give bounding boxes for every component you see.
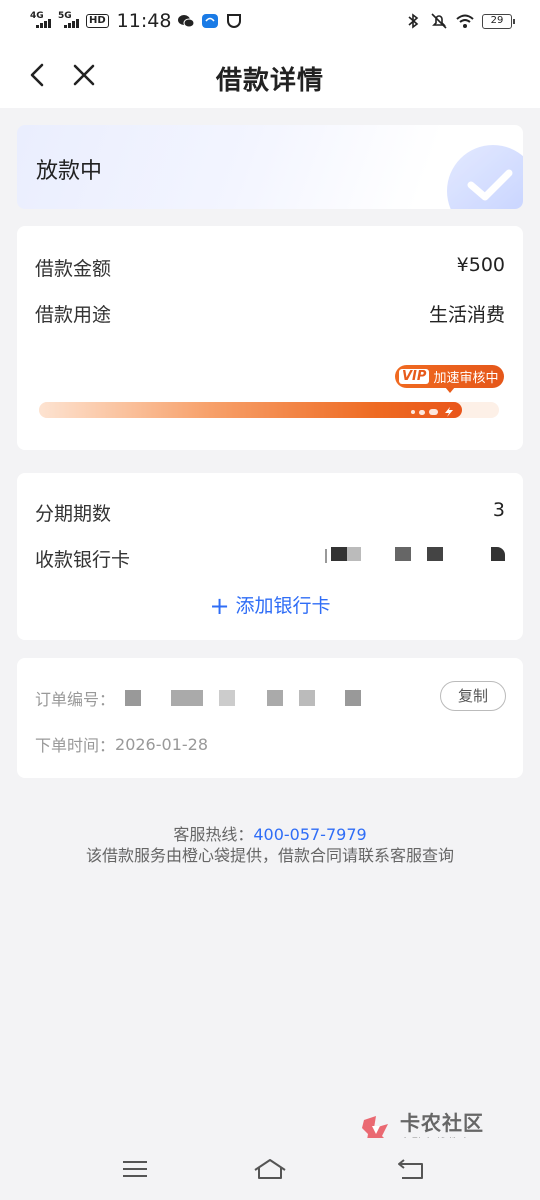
home-icon[interactable] (252, 1154, 288, 1184)
status-left: 4G 5G HD 11:48 (30, 10, 243, 32)
amount-row: 借款金额 ¥500 (35, 254, 505, 281)
page-title: 借款详情 (215, 66, 324, 96)
periods-row: 分期期数 3 (35, 499, 505, 526)
system-nav-bar (0, 1138, 540, 1200)
customer-service-info: 客服热线：400-057-7979 该借款服务由橙心袋提供，借款合同请联系客服查… (0, 824, 540, 866)
hd-icon: HD (86, 14, 109, 28)
service-notice: 该借款服务由橙心袋提供，借款合同请联系客服查询 (85, 846, 454, 865)
nav-bar: 借款详情 (0, 42, 540, 108)
order-number-row: 订单编号： (35, 686, 365, 710)
status-right: 29 (404, 12, 515, 30)
status-bar: 4G 5G HD 11:48 29 (0, 0, 540, 42)
bank-card-masked-value (325, 545, 505, 567)
amount-label: 借款金额 (35, 258, 112, 280)
purpose-row: 借款用途 生活消费 (35, 300, 505, 327)
loan-info-card: 借款金额 ¥500 借款用途 生活消费 VIP 加速审核中 (17, 226, 523, 450)
order-time-value: 2026-01-28 (115, 734, 208, 754)
periods-value: 3 (492, 499, 505, 521)
watermark-title: 卡农社区 (400, 1111, 484, 1135)
installment-card: 分期期数 3 收款银行卡 + 添加银行卡 (17, 473, 523, 640)
back-nav-icon[interactable] (396, 1154, 426, 1184)
add-bank-card-label: 添加银行卡 (235, 595, 331, 617)
order-number-label: 订单编号： (35, 690, 116, 709)
hotline-number-link[interactable]: 400-057-7979 (253, 825, 366, 844)
vip-review-badge: VIP 加速审核中 (395, 365, 505, 393)
order-number-masked-value (125, 690, 365, 706)
order-time-row: 下单时间： 2026-01-28 (35, 732, 208, 756)
purpose-label: 借款用途 (35, 304, 112, 326)
loan-status-card: 放款中 (17, 125, 523, 209)
review-progress-bar (39, 402, 499, 418)
bluetooth-icon (408, 13, 419, 29)
status-time: 11:48 (116, 10, 172, 32)
vip-status-text: 加速审核中 (433, 371, 499, 386)
order-time-label: 下单时间： (35, 736, 116, 755)
bank-card-row: 收款银行卡 (35, 545, 505, 572)
wechat-icon (178, 15, 195, 28)
signal-4g-icon: 4G (30, 12, 52, 30)
hotline-line: 客服热线：400-057-7979 (0, 824, 540, 845)
lightning-icon (445, 407, 454, 417)
signal-5g-icon: 5G (58, 12, 80, 30)
add-bank-card-button[interactable]: + 添加银行卡 (17, 591, 523, 620)
wifi-icon (456, 14, 474, 28)
purpose-value: 生活消费 (428, 304, 505, 326)
hotline-label: 客服热线： (173, 825, 254, 844)
bank-card-label: 收款银行卡 (35, 549, 131, 571)
copy-button[interactable]: 复制 (440, 681, 506, 711)
plus-icon: + (209, 592, 230, 620)
app-notification-icon (202, 14, 219, 28)
check-circle-icon (447, 145, 523, 209)
mute-bell-icon (431, 13, 447, 29)
progress-fill (39, 402, 463, 418)
amount-value: ¥500 (456, 254, 505, 276)
progress-dots (411, 407, 456, 417)
shield-app-icon (227, 14, 242, 28)
order-card: 订单编号： 复制 下单时间： 2026-01-28 (17, 658, 523, 778)
periods-label: 分期期数 (35, 503, 112, 525)
menu-icon[interactable] (120, 1154, 150, 1184)
loan-status-text: 放款中 (36, 159, 103, 184)
battery-icon: 29 (482, 13, 515, 29)
vip-label: VIP (399, 369, 430, 384)
